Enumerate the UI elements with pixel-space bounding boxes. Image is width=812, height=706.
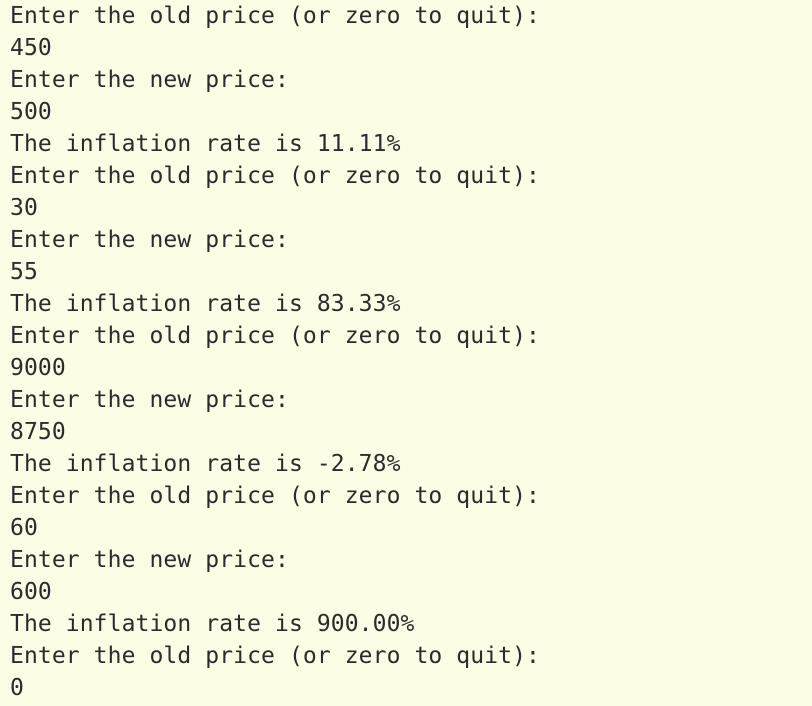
inflation-result: The inflation rate is 11.11%: [10, 131, 401, 157]
input-new-price: 600: [10, 579, 52, 605]
input-old-price: 60: [10, 515, 38, 541]
prompt-new-price: Enter the new price:: [10, 227, 289, 253]
input-new-price: 8750: [10, 419, 66, 445]
prompt-new-price: Enter the new price:: [10, 547, 289, 573]
inflation-result: The inflation rate is 83.33%: [10, 291, 401, 317]
inflation-result: The inflation rate is 900.00%: [10, 611, 415, 637]
input-old-price: 0: [10, 675, 24, 701]
input-new-price: 55: [10, 259, 38, 285]
console-output: Enter the old price (or zero to quit): 4…: [0, 0, 812, 706]
prompt-old-price: Enter the old price (or zero to quit):: [10, 3, 540, 29]
input-old-price: 9000: [10, 355, 66, 381]
prompt-new-price: Enter the new price:: [10, 387, 289, 413]
prompt-old-price: Enter the old price (or zero to quit):: [10, 483, 540, 509]
input-old-price: 30: [10, 195, 38, 221]
prompt-old-price: Enter the old price (or zero to quit):: [10, 323, 540, 349]
inflation-result: The inflation rate is -2.78%: [10, 451, 401, 477]
input-new-price: 500: [10, 99, 52, 125]
input-old-price: 450: [10, 35, 52, 61]
prompt-old-price: Enter the old price (or zero to quit):: [10, 643, 540, 669]
prompt-old-price: Enter the old price (or zero to quit):: [10, 163, 540, 189]
prompt-new-price: Enter the new price:: [10, 67, 289, 93]
